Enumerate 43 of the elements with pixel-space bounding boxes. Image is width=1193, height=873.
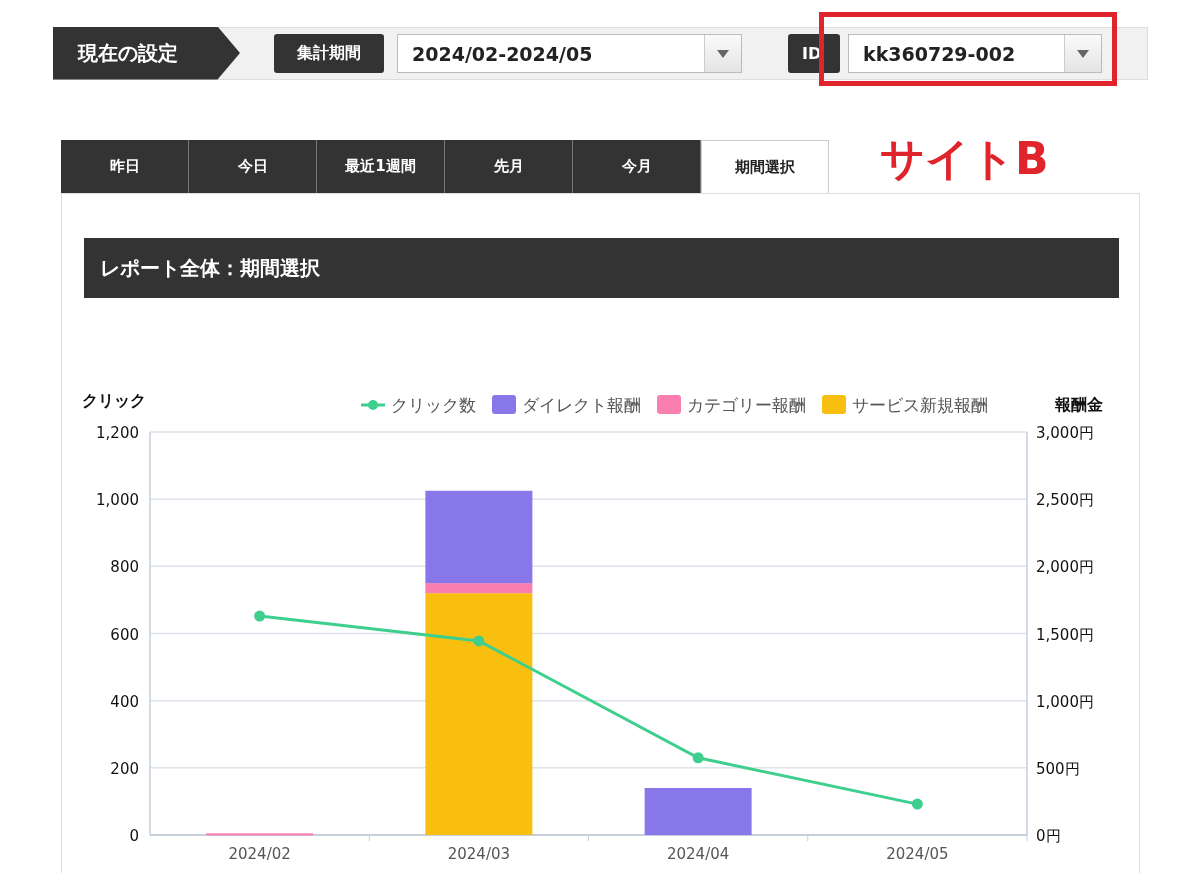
caret-icon bbox=[717, 49, 729, 58]
left-axis-label: 200 bbox=[110, 759, 139, 778]
left-axis-label: 1,200 bbox=[96, 424, 139, 442]
right-axis-label: 2,500円 bbox=[1036, 491, 1094, 510]
right-axis-label: 1,500円 bbox=[1036, 625, 1094, 644]
legend-label[interactable]: サービス新規報酬 bbox=[852, 395, 988, 415]
right-axis-title: 報酬金 bbox=[1055, 395, 1103, 414]
point bbox=[692, 752, 704, 764]
period-tab[interactable]: 今月 bbox=[573, 140, 701, 193]
right-axis-label: 500円 bbox=[1036, 759, 1080, 778]
settings-title: 現在の設定 bbox=[53, 26, 240, 80]
right-axis-label: 1,000円 bbox=[1036, 692, 1094, 711]
legend-label[interactable]: クリック数 bbox=[391, 395, 476, 415]
left-axis-label: 400 bbox=[110, 692, 139, 711]
id-select[interactable]: kk360729-002 bbox=[848, 34, 1102, 73]
legend-label[interactable]: カテゴリー報酬 bbox=[687, 395, 806, 415]
period-tab[interactable]: 今日 bbox=[189, 140, 317, 193]
x-axis-label: 2024/03 bbox=[447, 845, 511, 863]
legend-label[interactable]: ダイレクト報酬 bbox=[522, 395, 641, 415]
left-axis-label: 800 bbox=[110, 558, 139, 577]
id-label: ID bbox=[788, 34, 840, 73]
report-title: レポート全体：期間選択 bbox=[84, 238, 1119, 298]
left-axis-label: 600 bbox=[110, 625, 139, 644]
left-axis-label: 0 bbox=[129, 827, 139, 845]
annotation-label: サイトB bbox=[880, 132, 1049, 186]
left-axis-title: クリック bbox=[82, 391, 146, 410]
period-tab[interactable]: 昨日 bbox=[61, 140, 189, 193]
period-select[interactable]: 2024/02-2024/05 bbox=[397, 34, 742, 73]
point bbox=[473, 635, 485, 647]
x-axis-label: 2024/02 bbox=[228, 845, 291, 863]
right-axis-label: 3,000円 bbox=[1036, 424, 1094, 442]
right-axis-label: 0円 bbox=[1036, 827, 1061, 845]
x-axis-label: 2024/05 bbox=[886, 845, 949, 863]
period-tab[interactable]: 最近1週間 bbox=[317, 140, 445, 193]
right-axis-label: 2,000円 bbox=[1036, 558, 1094, 577]
point bbox=[911, 798, 923, 810]
caret-icon bbox=[1077, 49, 1089, 58]
point bbox=[254, 610, 266, 622]
period-tab[interactable]: 先月 bbox=[445, 140, 573, 193]
x-axis-label: 2024/04 bbox=[666, 845, 730, 863]
period-label: 集計期間 bbox=[274, 34, 384, 73]
left-axis-label: 1,000 bbox=[96, 491, 139, 510]
period-tab[interactable]: 期間選択 bbox=[701, 140, 829, 194]
